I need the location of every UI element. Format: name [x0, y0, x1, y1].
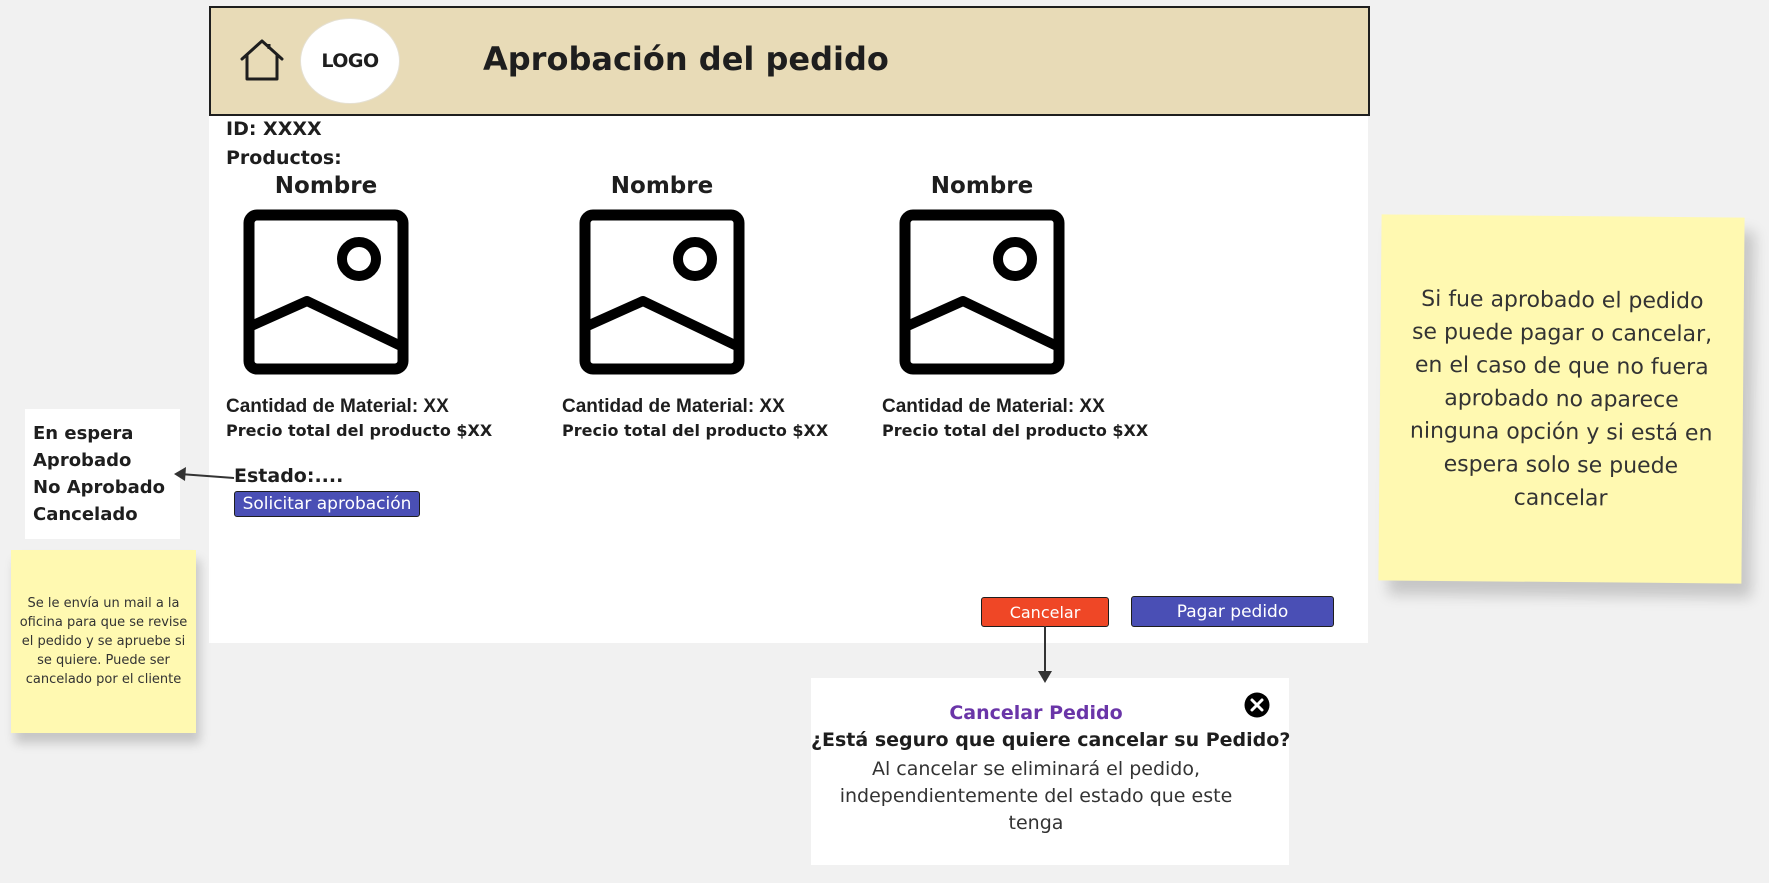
request-approval-button[interactable]: Solicitar aprobación: [234, 491, 420, 517]
product-price: Precio total del producto $XX: [882, 421, 1149, 440]
products-label: Productos:: [226, 147, 342, 169]
product-price: Precio total del producto $XX: [562, 421, 829, 440]
product-price: Precio total del producto $XX: [226, 421, 493, 440]
dialog-title: Cancelar Pedido: [949, 702, 1123, 724]
status-option: Cancelado: [33, 504, 138, 525]
status-options-list: En espera Aprobado No Aprobado Cancelado: [33, 420, 165, 528]
sticky-note-approval-rules: Si fue aprobado el pedido se puede pagar…: [1378, 214, 1745, 584]
sticky-note-approval-email: Se le envía un mail a la oficina para qu…: [11, 550, 196, 733]
logo: LOGO: [300, 18, 400, 104]
pay-order-button[interactable]: Pagar pedido: [1131, 596, 1334, 627]
page-title: Aprobación del pedido: [483, 40, 889, 78]
product-quantity: Cantidad de Material: XX: [562, 396, 785, 417]
product-name: Nombre: [930, 173, 1034, 199]
order-id: ID: XXXX: [226, 118, 322, 140]
sticky-note-text: Se le envía un mail a la oficina para qu…: [19, 596, 188, 687]
image-placeholder-icon: [899, 209, 1065, 375]
product-quantity: Cantidad de Material: XX: [226, 396, 449, 417]
order-status-label: Estado:....: [234, 465, 344, 487]
product-quantity: Cantidad de Material: XX: [882, 396, 1105, 417]
dialog-message: Al cancelar se eliminará el pedido, inde…: [839, 758, 1233, 834]
close-icon[interactable]: [1244, 692, 1270, 718]
status-option: Aprobado: [33, 450, 132, 471]
status-option: En espera: [33, 423, 134, 444]
product-name: Nombre: [274, 173, 378, 199]
dialog-question: ¿Está seguro que quiere cancelar su Pedi…: [811, 729, 1291, 751]
sticky-note-text: Si fue aprobado el pedido se puede pagar…: [1409, 286, 1713, 511]
image-placeholder-icon: [579, 209, 745, 375]
home-icon[interactable]: [239, 38, 285, 82]
image-placeholder-icon: [243, 209, 409, 375]
cancel-button[interactable]: Cancelar: [981, 597, 1109, 627]
product-name: Nombre: [610, 173, 714, 199]
status-option: No Aprobado: [33, 477, 166, 498]
